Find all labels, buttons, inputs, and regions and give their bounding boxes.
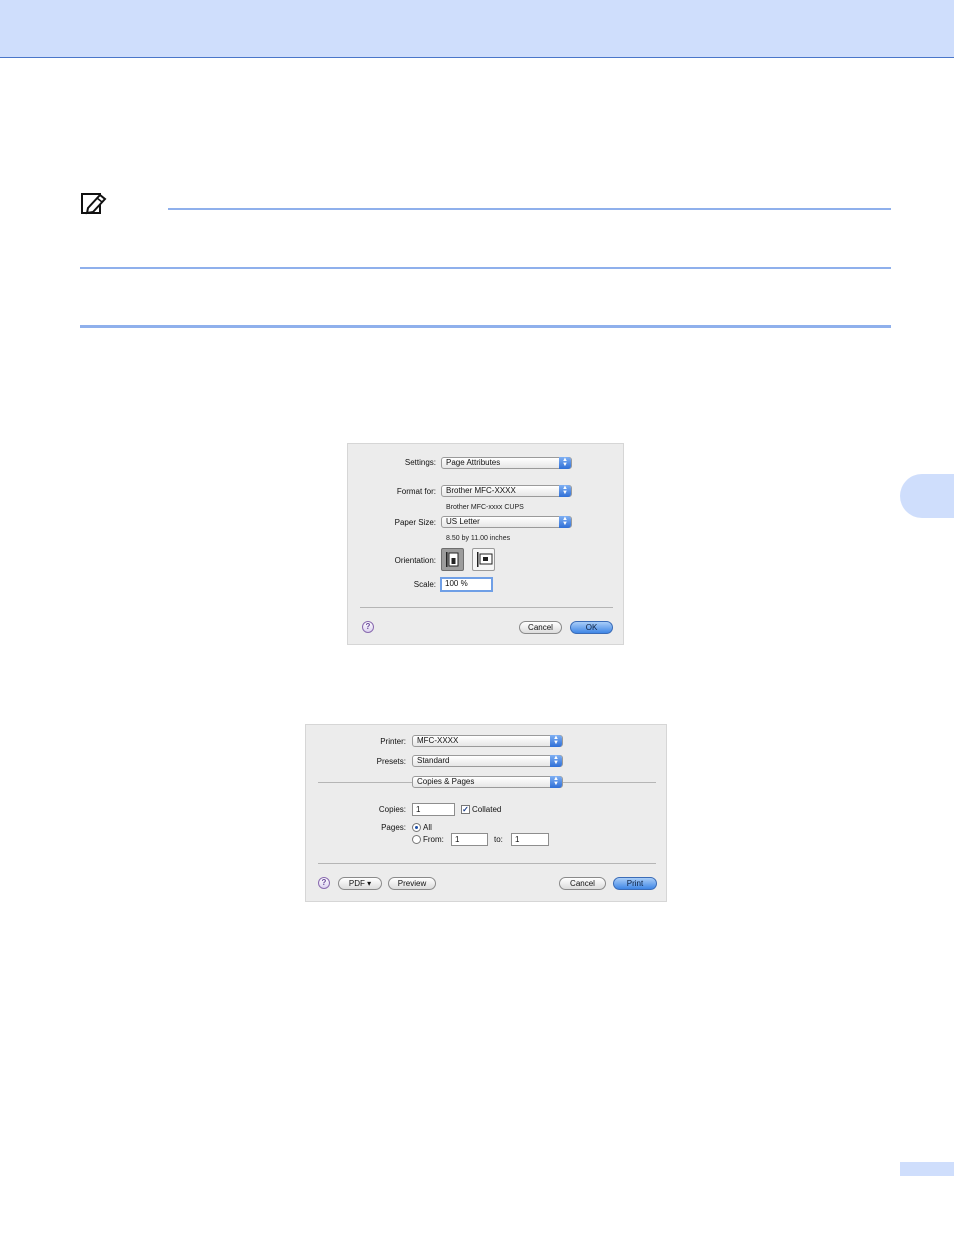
footer-separator (318, 863, 656, 864)
preview-button[interactable]: Preview (388, 877, 436, 890)
orientation-landscape-button[interactable] (472, 548, 495, 571)
note-pencil-icon (81, 193, 107, 215)
pages-all-label: All (423, 823, 432, 832)
collated-checkbox[interactable]: ✓ (461, 805, 470, 814)
presets-popup[interactable]: Standard ▲ ▼ (412, 755, 563, 767)
updown-arrow-icon: ▲ ▼ (559, 516, 571, 528)
paper-size-popup[interactable]: US Letter ▲ ▼ (441, 516, 572, 528)
pages-to-label: to: (494, 835, 503, 844)
updown-arrow-icon: ▲ ▼ (559, 485, 571, 497)
pages-from-radio[interactable] (412, 835, 421, 844)
help-button[interactable]: ? (318, 877, 330, 889)
printer-label: Printer: (380, 737, 406, 746)
pages-from-input[interactable]: 1 (451, 833, 488, 846)
paper-size-value: US Letter (446, 517, 480, 526)
cancel-button[interactable]: Cancel (519, 621, 562, 634)
format-for-label: Format for: (396, 487, 436, 496)
print-dialog: Printer: MFC-XXXX ▲ ▼ Presets: Standard ▲… (305, 724, 667, 902)
collated-label: Collated (472, 805, 502, 814)
orientation-portrait-button[interactable] (441, 548, 464, 571)
paper-size-description: 8.50 by 11.00 inches (446, 535, 511, 542)
presets-label: Presets: (376, 757, 406, 766)
settings-popup[interactable]: Page Attributes ▲ ▼ (441, 457, 572, 469)
chapter-tab (900, 474, 954, 518)
note-rule-bottom (80, 325, 891, 328)
settings-label: Settings: (404, 458, 436, 467)
pages-from-label: From: (423, 835, 444, 844)
note-rule-top (168, 208, 891, 210)
settings-value: Page Attributes (446, 458, 501, 467)
page-setup-separator (360, 607, 613, 608)
page-setup-dialog: Settings: Page Attributes ▲ ▼ Format for:… (347, 443, 624, 645)
orientation-label: Orientation: (394, 556, 436, 565)
format-for-value: Brother MFC-XXXX (446, 486, 516, 495)
updown-arrow-icon: ▲ ▼ (559, 457, 571, 469)
print-button[interactable]: Print (613, 877, 657, 890)
page-number-tab (900, 1162, 954, 1176)
presets-value: Standard (417, 756, 450, 765)
ok-button[interactable]: OK (570, 621, 613, 634)
pdf-menu-button[interactable]: PDF ▾ (338, 877, 382, 890)
pages-label: Pages: (381, 823, 406, 832)
landscape-icon (477, 552, 493, 567)
printer-value: MFC-XXXX (417, 736, 459, 745)
format-for-description: Brother MFC-xxxx CUPS (446, 504, 524, 511)
note-rule-middle (80, 267, 891, 269)
panel-popup[interactable]: Copies & Pages ▲ ▼ (412, 776, 563, 788)
updown-arrow-icon: ▲ ▼ (550, 735, 562, 747)
help-button[interactable]: ? (362, 621, 374, 633)
pages-all-radio[interactable] (412, 823, 421, 832)
pages-to-input[interactable]: 1 (511, 833, 549, 846)
scale-label: Scale: (413, 580, 436, 589)
updown-arrow-icon: ▲ ▼ (550, 776, 562, 788)
panel-value: Copies & Pages (417, 777, 475, 786)
copies-input[interactable]: 1 (412, 803, 455, 816)
paper-size-label: Paper Size: (394, 518, 436, 527)
format-for-popup[interactable]: Brother MFC-XXXX ▲ ▼ (441, 485, 572, 497)
copies-label: Copies: (378, 805, 406, 814)
printer-popup[interactable]: MFC-XXXX ▲ ▼ (412, 735, 563, 747)
scale-input[interactable]: 100 % (440, 577, 493, 592)
header-band (0, 0, 954, 58)
portrait-icon (446, 552, 459, 567)
updown-arrow-icon: ▲ ▼ (550, 755, 562, 767)
cancel-button[interactable]: Cancel (559, 877, 606, 890)
